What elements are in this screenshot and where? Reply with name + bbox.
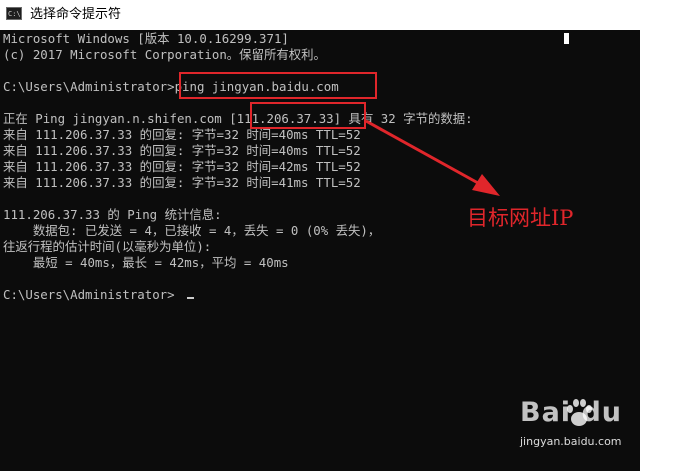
console-line: 正在 Ping jingyan.n.shifen.com [111.206.37… <box>3 111 473 126</box>
window-title: 选择命令提示符 <box>30 7 122 22</box>
console-line: 来自 111.206.37.33 的回复: 字节=32 时间=40ms TTL=… <box>3 143 361 158</box>
scroll-marker <box>564 33 569 44</box>
console-line: 最短 = 40ms，最长 = 42ms，平均 = 40ms <box>3 255 289 270</box>
watermark-url: jingyan.baidu.com <box>520 435 622 448</box>
paw-icon <box>567 399 592 426</box>
console-line: 来自 111.206.37.33 的回复: 字节=32 时间=40ms TTL=… <box>3 127 361 142</box>
console-line: 数据包: 已发送 = 4，已接收 = 4，丢失 = 0 (0% 丢失)， <box>3 223 381 238</box>
ip-highlight-box <box>250 102 366 129</box>
annotation-label: 目标网址IP <box>467 206 574 230</box>
command-prompt-icon: C:\ <box>6 7 22 20</box>
command-highlight-box <box>179 72 377 99</box>
console-line: (c) 2017 Microsoft Corporation。保留所有权利。 <box>3 47 326 62</box>
console-prompt: C:\Users\Administrator> <box>3 287 175 302</box>
title-bar[interactable]: C:\ 选择命令提示符 <box>0 0 675 30</box>
console-line: 111.206.37.33 的 Ping 统计信息: <box>3 207 222 222</box>
console-line: 往返行程的估计时间(以毫秒为单位): <box>3 239 212 254</box>
console-line: 来自 111.206.37.33 的回复: 字节=32 时间=41ms TTL=… <box>3 175 361 190</box>
baidu-watermark: Bai du jingyan.baidu.com <box>520 395 670 465</box>
console-line: Microsoft Windows [版本 10.0.16299.371] <box>3 31 289 46</box>
text-cursor <box>187 297 194 299</box>
console-line: 来自 111.206.37.33 的回复: 字节=32 时间=42ms TTL=… <box>3 159 361 174</box>
